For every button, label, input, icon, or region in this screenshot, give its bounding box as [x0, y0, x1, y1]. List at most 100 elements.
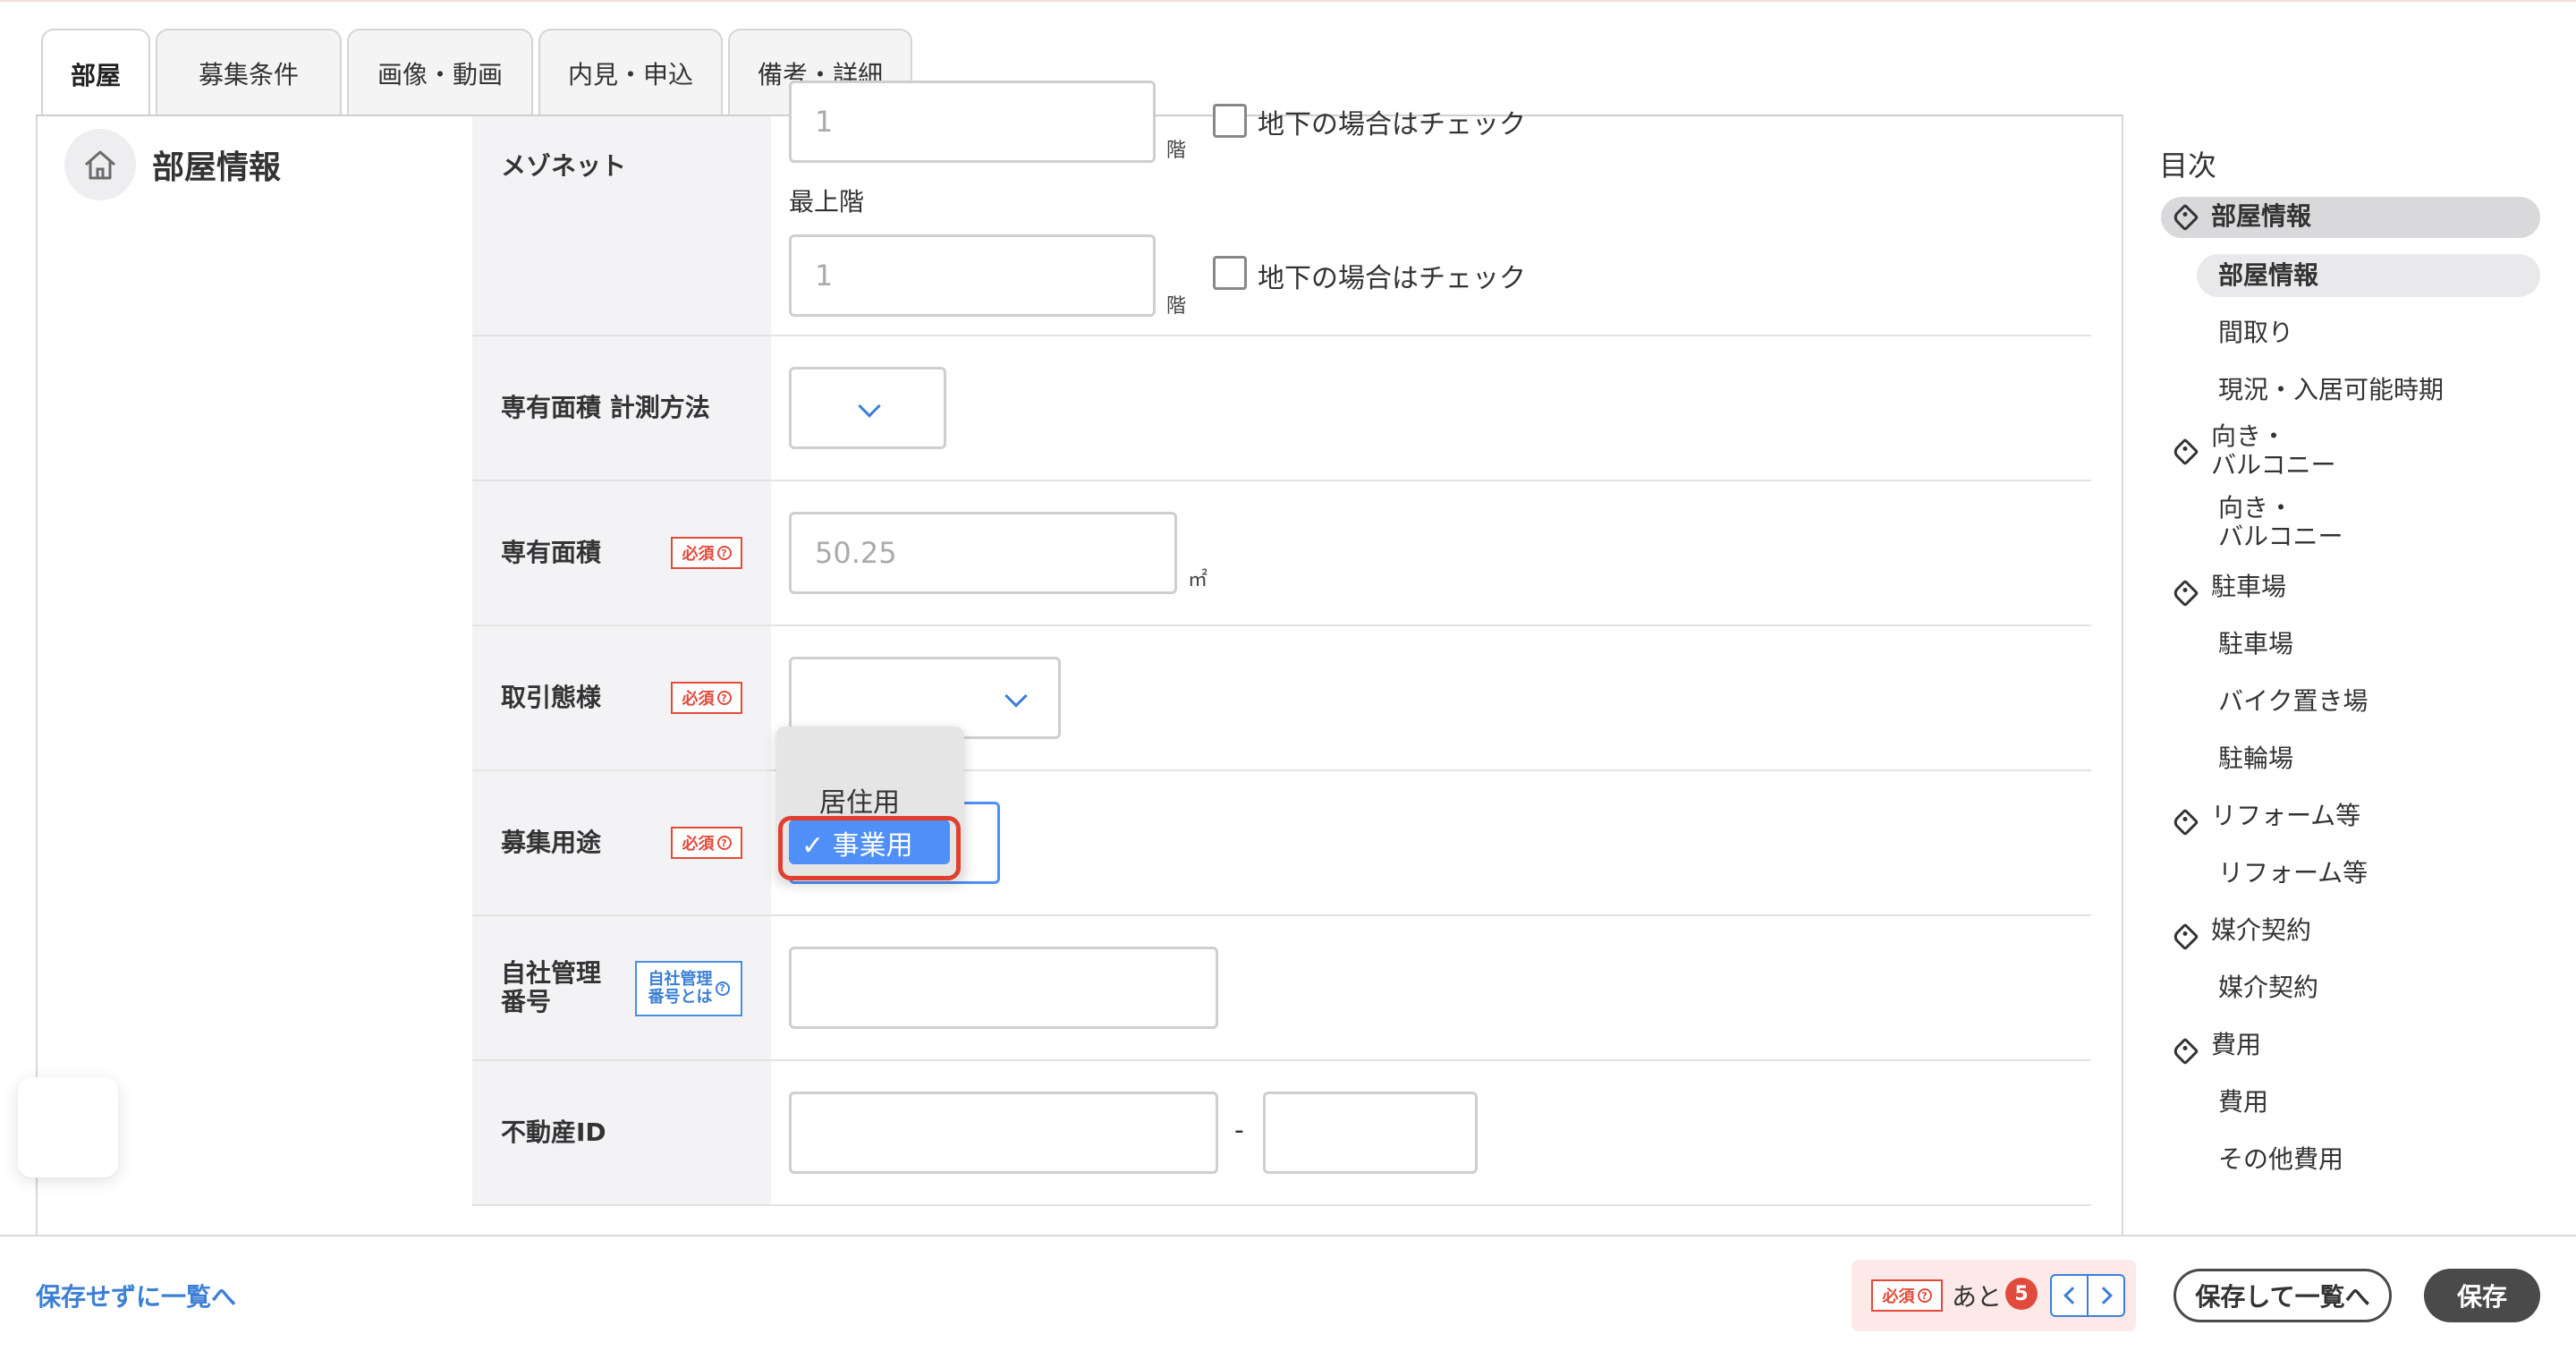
remaining-required-indicator: 必須? あと 5 — [1852, 1260, 2136, 1331]
toc-item-orientation[interactable]: 向き・ バルコニー — [2218, 494, 2343, 551]
help-icon: ? — [716, 836, 732, 850]
required-badge[interactable]: 必須? — [671, 537, 742, 569]
chevron-down-icon — [858, 395, 881, 418]
row-maisonette: メゾネット 1 階 地下の場合はチェック 最上階 1 階 地下の場合はチェック — [472, 81, 2091, 336]
purpose-label: 募集用途 — [501, 828, 602, 857]
chevron-right-icon — [2094, 1287, 2113, 1304]
tag-icon — [2171, 922, 2199, 951]
tab-viewing-application[interactable]: 内見・申込 — [538, 29, 723, 116]
mgmt-number-info-badge[interactable]: 自社管理 番号とは ? — [635, 961, 742, 1016]
toc-title: 目次 — [2159, 149, 2217, 183]
toc-item-orientation-line1: 向き・ — [2218, 493, 2294, 523]
toc-item-room-info[interactable]: 部屋情報 — [2218, 261, 2318, 290]
mgmt-number-input[interactable] — [789, 947, 1218, 1029]
top-floor-label: 最上階 — [789, 187, 865, 217]
tag-icon — [2171, 808, 2199, 837]
tab-room[interactable]: 部屋 — [41, 29, 150, 118]
required-badge-text: 必須 — [682, 545, 715, 564]
dropdown-option-business-label: ✓ 事業用 — [801, 830, 913, 862]
toc-item-orientation-group-line1: 向き・ — [2211, 421, 2287, 451]
save-and-list-button[interactable]: 保存して一覧へ — [2174, 1269, 2392, 1322]
save-button[interactable]: 保存 — [2424, 1269, 2540, 1322]
prev-required-button[interactable] — [2052, 1276, 2087, 1315]
chat-widget[interactable] — [18, 1077, 118, 1177]
area-label: 専有面積 — [501, 538, 602, 567]
toc-item-costs-group[interactable]: 費用 — [2211, 1031, 2261, 1059]
tab-recruitment-conditions[interactable]: 募集条件 — [156, 29, 342, 116]
toc-item-other-costs[interactable]: その他費用 — [2218, 1145, 2343, 1174]
mgmt-number-info-text: 自社管理 番号とは — [648, 971, 713, 1007]
section-header: 部屋情報 — [64, 129, 281, 200]
label-cell: 専有面積 必須? — [472, 481, 771, 625]
toc-item-bike-parking[interactable]: バイク置き場 — [2218, 687, 2368, 716]
area-method-label: 専有面積 計測方法 — [501, 393, 710, 422]
dropdown-option-business[interactable]: ✓ 事業用 — [789, 820, 950, 864]
toc-item-floor-plan[interactable]: 間取り — [2218, 319, 2293, 347]
mgmt-number-label: 自社管理 番号 — [501, 959, 601, 1016]
required-badge-text: 必須 — [1882, 1287, 1915, 1306]
home-icon — [64, 129, 136, 200]
required-nav-buttons — [2050, 1274, 2125, 1317]
left-pane — [36, 116, 472, 1235]
toc-item-reform[interactable]: リフォーム等 — [2218, 859, 2368, 888]
area-input[interactable]: 50.25 — [789, 512, 1177, 594]
top-floor-input[interactable]: 1 — [789, 234, 1156, 317]
top-floor-unit: 階 — [1166, 295, 1187, 318]
top-basement-check-label: 地下の場合はチェック — [1258, 263, 1526, 294]
toc-item-parking-group[interactable]: 駐車場 — [2211, 573, 2286, 601]
label-cell: 募集用途 必須? — [472, 771, 771, 914]
floor-unit: 階 — [1166, 140, 1187, 162]
basement-checkbox[interactable] — [1213, 104, 1247, 138]
toc-item-costs[interactable]: 費用 — [2218, 1088, 2268, 1117]
tag-icon — [2171, 579, 2199, 608]
floor-input[interactable]: 1 — [789, 81, 1156, 163]
basement-check-label: 地下の場合はチェック — [1258, 109, 1526, 140]
footer-bar: 保存せずに一覧へ 必須? あと 5 保存して一覧へ 保存 — [0, 1235, 2576, 1351]
mgmt-number-info-line2: 番号とは — [648, 988, 713, 1007]
tab-bar: 部屋 募集条件 画像・動画 内見・申込 備考・詳細 — [41, 29, 912, 118]
remaining-prefix: あと — [1952, 1282, 2003, 1312]
property-id-separator: - — [1234, 1115, 1244, 1146]
label-cell: 不動産ID — [472, 1061, 771, 1204]
property-id-input-2[interactable] — [1263, 1092, 1478, 1174]
chevron-down-icon — [1004, 684, 1028, 708]
dropdown-option-residential[interactable]: 居住用 — [819, 780, 900, 820]
required-badge[interactable]: 必須? — [671, 827, 742, 859]
back-to-list-without-saving-link[interactable]: 保存せずに一覧へ — [36, 1278, 236, 1313]
toc-item-current-status[interactable]: 現況・入居可能時期 — [2218, 376, 2444, 404]
area-unit: ㎡ — [1188, 569, 1208, 591]
top-basement-checkbox[interactable] — [1213, 256, 1247, 290]
property-id-input-1[interactable] — [789, 1092, 1218, 1174]
tab-images-videos[interactable]: 画像・動画 — [347, 29, 533, 116]
help-icon: ? — [715, 981, 730, 996]
toc-item-orientation-group-line2: バルコニー — [2211, 450, 2336, 480]
chevron-left-icon — [2063, 1287, 2081, 1304]
area-method-select[interactable] — [789, 367, 946, 449]
top-border — [0, 0, 2576, 2]
next-required-button[interactable] — [2087, 1276, 2123, 1315]
transaction-label: 取引態様 — [501, 683, 602, 712]
tag-icon — [2171, 1037, 2199, 1066]
toc-item-parking[interactable]: 駐車場 — [2218, 630, 2293, 659]
row-mgmt-number: 自社管理 番号 自社管理 番号とは ? — [472, 916, 2091, 1061]
row-area-method: 専有面積 計測方法 — [472, 336, 2091, 481]
toc-item-brokerage[interactable]: 媒介契約 — [2218, 973, 2318, 1002]
purpose-dropdown-menu: 居住用 ✓ 事業用 — [776, 726, 964, 880]
toc-item-reform-group[interactable]: リフォーム等 — [2211, 802, 2360, 830]
row-area: 専有面積 必須? 50.25 ㎡ — [472, 481, 2091, 626]
property-id-label: 不動産ID — [501, 1117, 606, 1147]
label-cell: メゾネット — [472, 116, 771, 335]
row-transaction: 取引態様 必須? — [472, 626, 2091, 771]
toc-item-bicycle-parking[interactable]: 駐輪場 — [2218, 744, 2293, 773]
label-cell: 専有面積 計測方法 — [472, 336, 771, 480]
label-cell: 自社管理 番号 自社管理 番号とは ? — [472, 916, 771, 1059]
required-badge[interactable]: 必須? — [671, 682, 742, 714]
label-cell: 取引態様 必須? — [472, 626, 771, 769]
toc-item-orientation-group[interactable]: 向き・ バルコニー — [2211, 422, 2335, 480]
row-purpose: 募集用途 必須? — [472, 771, 2091, 916]
toc-item-brokerage-group[interactable]: 媒介契約 — [2211, 916, 2311, 945]
mgmt-number-info-line1: 自社管理 — [648, 970, 713, 989]
required-badge[interactable]: 必須? — [1871, 1279, 1943, 1312]
required-badge-text: 必須 — [682, 690, 715, 709]
toc-item-room-info-group[interactable]: 部屋情報 — [2211, 202, 2311, 231]
